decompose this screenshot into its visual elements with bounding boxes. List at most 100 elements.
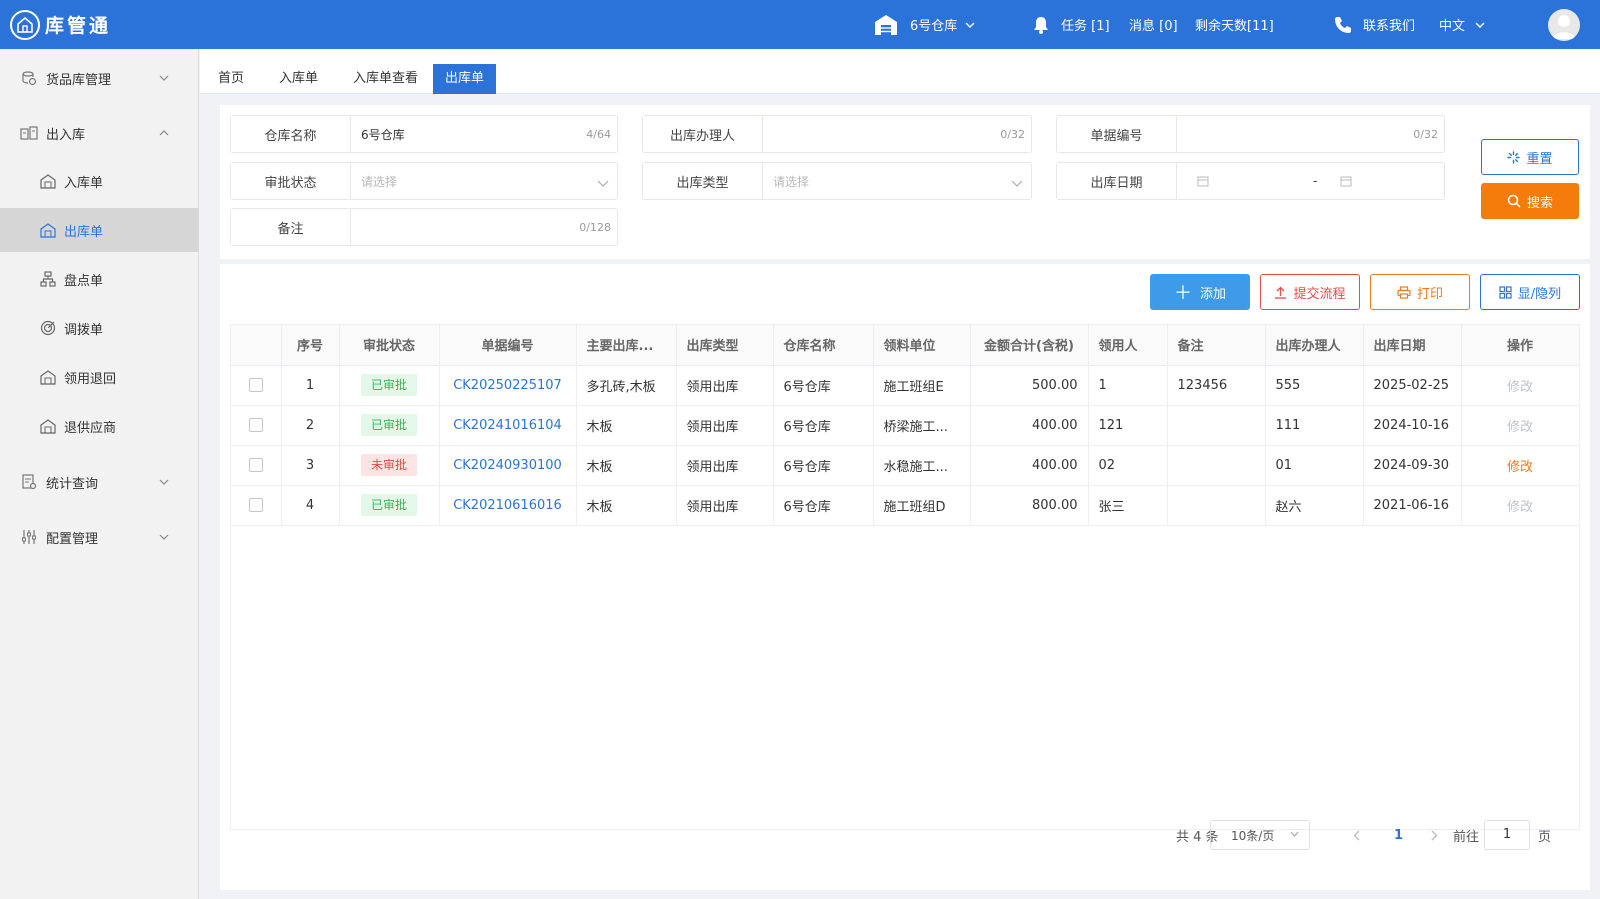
search-button[interactable]: 搜索 [1481,183,1579,219]
tab-inbound-view[interactable]: 入库单查看 [341,64,430,94]
out-type-field: 出库类型 请选择 [642,162,1032,200]
calendar-icon[interactable] [1197,175,1209,187]
printer-icon [1397,285,1411,299]
cell-remark [1167,405,1266,446]
date-range-picker[interactable]: - [1177,163,1444,199]
plus-icon: ＋ [1173,283,1192,304]
app-logo[interactable]: 库管通 [10,8,111,41]
doc-link[interactable]: CK20240930100 [439,445,577,486]
field-label: 出库日期 [1057,163,1177,199]
sidebar-item-label: 出库单 [64,224,104,240]
submit-flow-button[interactable]: 提交流程 [1260,274,1360,310]
phone-icon [1333,15,1353,35]
add-label: 添加 [1199,286,1226,302]
row-checkbox[interactable] [248,418,263,432]
bell-icon [1031,15,1051,35]
cell-warehouse: 6号仓库 [773,365,874,406]
sidebar-group-goods[interactable]: 货品库管理 [0,50,199,106]
handler-input[interactable]: 0/32 [763,116,1031,152]
add-button[interactable]: ＋ 添加 [1150,274,1250,310]
sidebar-group-stats[interactable]: 统计查询 [0,454,199,510]
sidebar-item-outbound[interactable]: 出库单 [0,208,199,252]
approval-field: 审批状态 请选择 [230,162,618,200]
sidebar-item-label: 盘点单 [64,273,104,289]
config-icon [20,528,38,546]
cell-remark [1167,445,1266,486]
sidebar-group-label: 统计查询 [46,476,99,492]
warehouse-name-field: 仓库名称 6号仓库 4/64 [230,115,618,153]
col-header: 出库日期 [1363,325,1462,366]
cell-goods: 木板 [576,405,677,446]
days-left-text: 剩余天数[11] [1195,19,1274,34]
cell-goods: 木板 [576,445,677,486]
reset-button[interactable]: 重置 [1481,139,1579,175]
doc-link[interactable]: CK20250225107 [439,365,577,406]
col-header: 主要出库... [576,325,677,366]
sidebar-item-transfer[interactable]: 调拨单 [0,306,199,350]
toggle-columns-button[interactable]: 显/隐列 [1480,274,1580,310]
sidebar-item-return-supplier[interactable]: 退供应商 [0,404,199,448]
cell-amount: 800.00 [970,485,1089,526]
table-row: 2 已审批 CK20241016104 木板 领用出库 6号仓库 桥梁施工...… [231,405,1580,446]
char-count: 4/64 [586,127,611,141]
chevron-left-icon [1353,830,1360,841]
table-header-row: 序号 审批状态 单据编号 主要出库... 出库类型 仓库名称 领料单位 金额合计… [231,325,1580,366]
language-switcher[interactable]: 中文 [1439,0,1485,49]
row-checkbox[interactable] [248,378,263,392]
chevron-down-icon [597,176,609,190]
remark-input[interactable]: 0/128 [351,209,617,245]
edit-button[interactable]: 修改 [1461,445,1580,486]
print-label: 打印 [1416,286,1443,302]
next-page-button[interactable] [1431,820,1438,850]
cell-warehouse: 6号仓库 [773,445,874,486]
goto-page-input[interactable]: 1 [1484,820,1530,850]
cell-remark: 123456 [1167,365,1266,406]
tab-home[interactable]: 首页 [206,64,256,94]
cell-receiver: 02 [1088,445,1168,486]
avatar[interactable] [1548,9,1580,41]
doc-no-input[interactable]: 0/32 [1177,116,1444,152]
sidebar-group-config[interactable]: 配置管理 [0,509,199,565]
out-type-select[interactable]: 请选择 [763,163,1031,199]
approval-select[interactable]: 请选择 [351,163,617,199]
select-placeholder: 请选择 [773,174,810,189]
page-size-select[interactable]: 10条/页 [1210,820,1310,850]
tab-inbound[interactable]: 入库单 [267,64,330,94]
warehouse-name-input[interactable]: 6号仓库 4/64 [351,116,617,152]
cell-goods: 多孔砖,木板 [576,365,677,406]
contact-text: 联系我们 [1363,19,1416,34]
goto-prefix: 前往 [1453,829,1480,845]
field-label: 出库办理人 [643,116,763,152]
col-header: 备注 [1167,325,1266,366]
sidebar-item-label: 调拨单 [64,322,104,338]
warehouse-icon [874,14,898,36]
row-checkbox[interactable] [248,498,263,512]
chevron-down-icon [159,70,169,85]
row-checkbox[interactable] [248,458,263,472]
sidebar-item-inbound[interactable]: 入库单 [0,159,199,203]
warehouse-switcher[interactable]: 6号仓库 [874,0,975,49]
warehouse-icon [40,418,56,434]
status-badge: 已审批 [360,374,417,396]
print-button[interactable]: 打印 [1370,274,1470,310]
sidebar-item-return[interactable]: 领用退回 [0,355,199,399]
sidebar-group-inout[interactable]: 出入库 [0,105,199,161]
messages-link[interactable]: 消息 [0] [1129,0,1178,49]
page-number-current[interactable]: 1 [1394,820,1403,850]
cell-no: 3 [281,445,340,486]
tab-outbound[interactable]: 出库单 [433,64,497,94]
contact-link[interactable]: 联系我们 [1333,0,1415,49]
calendar-icon[interactable] [1340,175,1352,187]
field-label: 备注 [231,209,351,245]
doc-link[interactable]: CK20241016104 [439,405,577,446]
messages-count: 消息 [0] [1129,19,1178,34]
doc-link[interactable]: CK20210616016 [439,485,577,526]
edit-button: 修改 [1461,485,1580,526]
sidebar-item-stocktake[interactable]: 盘点单 [0,257,199,301]
cell-no: 1 [281,365,340,406]
tasks-link[interactable]: 任务 [1] [1031,0,1110,49]
chevron-down-icon [1475,22,1485,28]
cell-type: 领用出库 [676,445,774,486]
cell-unit: 施工班组D [873,485,971,526]
prev-page-button[interactable] [1353,820,1360,850]
